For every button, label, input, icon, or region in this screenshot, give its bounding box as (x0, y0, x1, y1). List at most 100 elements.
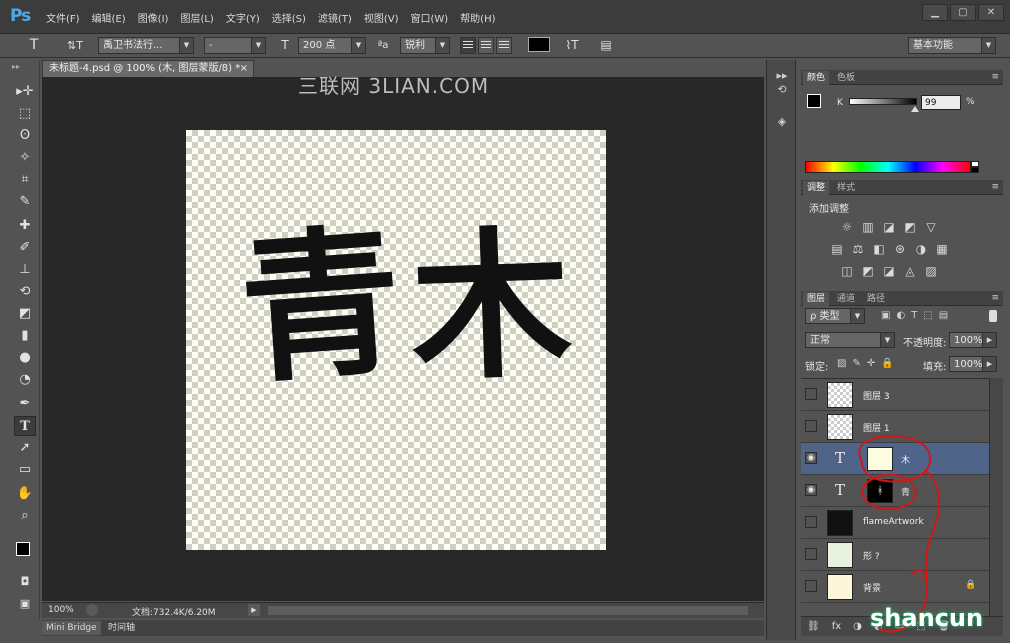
visibility-toggle[interactable] (805, 516, 817, 528)
menu-view[interactable]: 视图(V) (364, 10, 399, 25)
color-spectrum[interactable] (805, 161, 971, 173)
rectangle-tool-icon[interactable]: ▭ (14, 460, 36, 480)
channel-mixer-icon[interactable]: ◑ (913, 242, 929, 256)
font-style-select[interactable]: - ▼ (204, 37, 266, 54)
menu-layer[interactable]: 图层(L) (180, 10, 213, 25)
menu-filter[interactable]: 滤镜(T) (318, 10, 352, 25)
invert-icon[interactable]: ◫ (839, 264, 855, 278)
type-filter-icon[interactable]: T (911, 310, 917, 321)
foreground-color-swatch[interactable] (16, 542, 30, 556)
brightness-icon[interactable]: ☼ (839, 220, 855, 234)
lock-transparency-icon[interactable]: ▨ (837, 358, 846, 369)
visibility-toggle[interactable] (805, 548, 817, 560)
screen-mode-icon[interactable]: ▣ (14, 594, 36, 614)
tab-layers[interactable]: 图层 (803, 292, 830, 306)
tab-swatches[interactable]: 色板 (833, 71, 859, 85)
menu-file[interactable]: 文件(F) (46, 10, 80, 25)
tab-mini-bridge[interactable]: Mini Bridge (42, 621, 101, 635)
black-white-icon[interactable]: ◧ (871, 242, 887, 256)
levels-icon[interactable]: ▥ (860, 220, 876, 234)
exposure-icon[interactable]: ◩ (902, 220, 918, 234)
close-tab-icon[interactable]: × (240, 61, 248, 77)
lock-position-icon[interactable]: ✛ (867, 358, 875, 369)
menu-edit[interactable]: 编辑(E) (92, 10, 126, 25)
selective-color-icon[interactable]: ◬ (902, 264, 918, 278)
link-layers-icon[interactable]: ⛓ (807, 621, 820, 632)
hue-saturation-icon[interactable]: ▤ (829, 242, 845, 256)
layer-row[interactable]: 形 ? (801, 539, 989, 571)
filter-toggle[interactable] (989, 310, 997, 322)
gradient-tool-icon[interactable]: ▮ (14, 326, 36, 346)
gradient-map-icon[interactable]: ▨ (923, 264, 939, 278)
align-right-button[interactable] (496, 37, 512, 54)
layer-row[interactable]: 图层 1 (801, 411, 989, 443)
curves-icon[interactable]: ◪ (881, 220, 897, 234)
color-lookup-icon[interactable]: ▦ (934, 242, 950, 256)
panel-menu-icon[interactable]: ≡ (991, 182, 999, 192)
tab-paths[interactable]: 路径 (863, 292, 889, 306)
pen-tool-icon[interactable]: ✒ (14, 394, 36, 414)
layer-filter-select[interactable]: ρ 类型 ▼ (805, 308, 865, 324)
lock-all-icon[interactable]: 🔒 (881, 358, 893, 369)
layer-mask-thumbnail[interactable]: ᚼ (867, 479, 893, 503)
menu-type[interactable]: 文字(Y) (226, 10, 260, 25)
visibility-toggle[interactable] (805, 420, 817, 432)
shape-filter-icon[interactable]: ⬚ (923, 310, 932, 321)
foreground-background-colors[interactable] (16, 542, 40, 566)
pixel-filter-icon[interactable]: ▣ (881, 310, 890, 321)
spectrum-black-swatch[interactable] (971, 167, 979, 173)
warp-text-icon[interactable]: ⌇T (562, 37, 582, 54)
close-button[interactable]: ✕ (978, 4, 1004, 21)
smart-object-filter-icon[interactable]: ▤ (939, 310, 948, 321)
layer-mask-thumbnail[interactable] (867, 447, 893, 471)
color-panel-fg-bg[interactable] (807, 94, 831, 118)
align-left-button[interactable] (460, 37, 476, 54)
fx-icon[interactable]: fx (832, 621, 841, 632)
panel-menu-icon[interactable]: ≡ (991, 293, 999, 303)
adjustment-filter-icon[interactable]: ◐ (896, 310, 905, 321)
status-icon[interactable] (86, 604, 98, 616)
menu-image[interactable]: 图像(I) (138, 10, 169, 25)
maximize-button[interactable]: ▢ (950, 4, 976, 21)
text-orientation-icon[interactable]: ⇅T (62, 37, 88, 54)
tab-styles[interactable]: 样式 (833, 181, 859, 195)
dodge-tool-icon[interactable]: ◔ (14, 370, 36, 390)
history-brush-tool-icon[interactable]: ⟲ (14, 282, 36, 302)
eye-icon[interactable]: ◉ (805, 452, 817, 464)
blend-mode-select[interactable]: 正常 ▼ (805, 332, 895, 348)
layers-scrollbar[interactable] (989, 378, 1003, 616)
document-canvas[interactable]: 青 木 (186, 130, 606, 550)
hand-tool-icon[interactable]: ✋ (14, 484, 36, 504)
font-family-select[interactable]: 禹卫书法行... ▼ (98, 37, 194, 54)
horizontal-scrollbar[interactable] (268, 606, 748, 615)
clone-stamp-tool-icon[interactable]: ⊥ (14, 260, 36, 280)
text-color-swatch[interactable] (528, 37, 550, 52)
zoom-tool-icon[interactable]: ⌕ (14, 506, 36, 526)
tab-color[interactable]: 颜色 (803, 71, 830, 85)
eraser-tool-icon[interactable]: ◩ (14, 304, 36, 324)
panel-menu-icon[interactable]: ≡ (991, 72, 999, 82)
eye-icon[interactable]: ◉ (805, 484, 817, 496)
tab-timeline[interactable]: 时间轴 (104, 621, 139, 635)
move-tool-icon[interactable]: ▸✛ (14, 82, 36, 102)
lasso-tool-icon[interactable]: ʘ (14, 126, 36, 146)
eyedropper-tool-icon[interactable]: ✎ (14, 192, 36, 212)
color-balance-icon[interactable]: ⚖ (850, 242, 866, 256)
slider-handle-icon[interactable] (911, 106, 919, 112)
workspace-select[interactable]: 基本功能 ▼ (908, 37, 996, 54)
menu-window[interactable]: 窗口(W) (410, 10, 448, 25)
menu-help[interactable]: 帮助(H) (460, 10, 495, 25)
document-tab[interactable]: 未标题-4.psd @ 100% (木, 图层蒙版/8) * × (42, 60, 254, 77)
layer-row-selected[interactable]: ◉ T 木 (801, 443, 989, 475)
lock-pixels-icon[interactable]: ✎ (852, 358, 860, 369)
opacity-input[interactable]: 100% ▶ (949, 332, 997, 348)
font-size-select[interactable]: 200 点 ▼ (298, 37, 366, 54)
brush-tool-icon[interactable]: ✐ (14, 238, 36, 258)
visibility-toggle[interactable] (805, 388, 817, 400)
threshold-icon[interactable]: ◪ (881, 264, 897, 278)
blur-tool-icon[interactable]: ● (14, 348, 36, 368)
path-selection-tool-icon[interactable]: ➚ (14, 438, 36, 458)
antialias-select[interactable]: 锐利 ▼ (400, 37, 450, 54)
layer-row[interactable]: 图层 3 (801, 379, 989, 411)
align-center-button[interactable] (478, 37, 494, 54)
